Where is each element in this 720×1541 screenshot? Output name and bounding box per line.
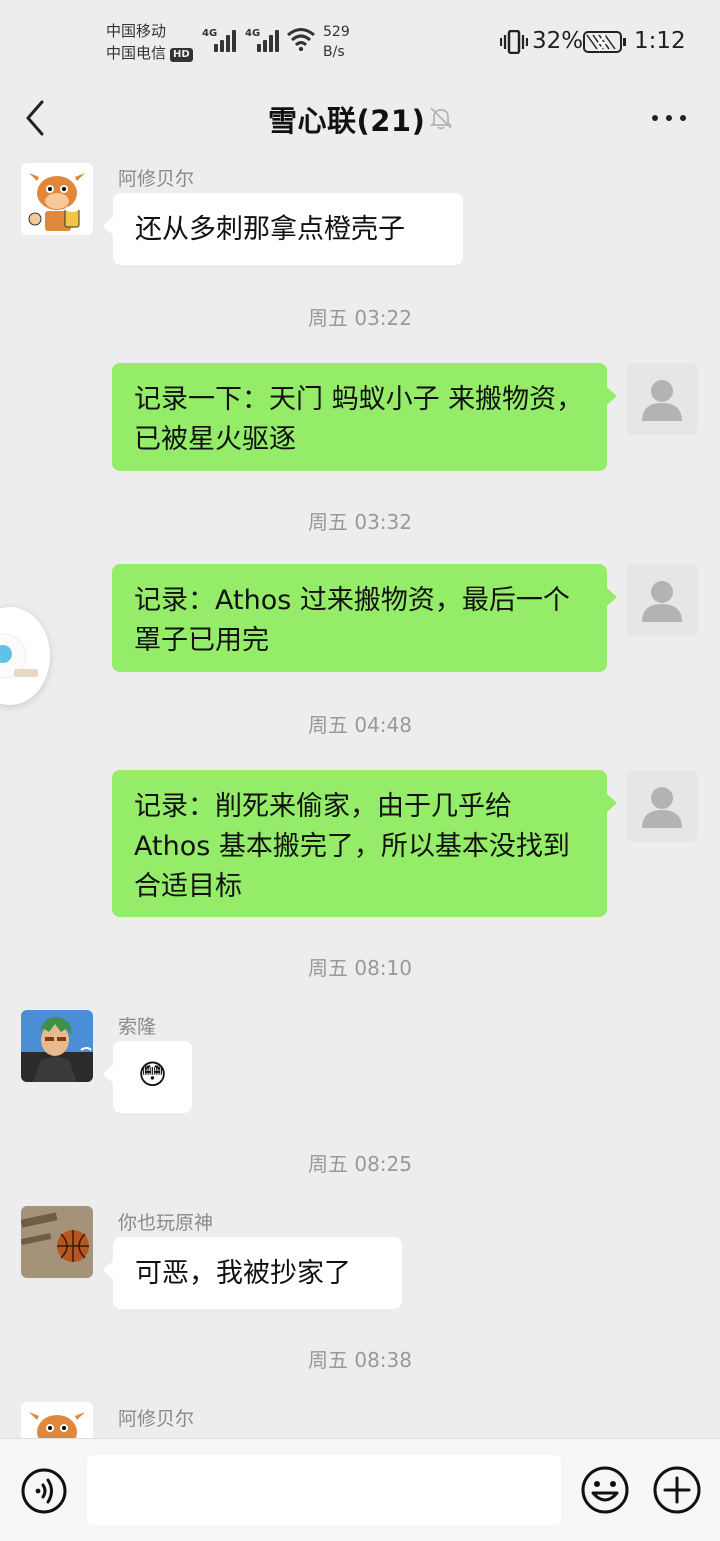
anime-portrait-icon xyxy=(21,1010,93,1082)
anime-character-avatar[interactable] xyxy=(21,1010,93,1082)
vibrate-icon xyxy=(500,30,528,54)
status-bar: 中国移动 中国电信 HD 4G 4G 529 B/s 32% 1:12 xyxy=(0,0,720,82)
carrier-1: 中国移动 xyxy=(106,22,167,40)
message-input[interactable] xyxy=(87,1455,561,1525)
timestamp: 周五 04:48 xyxy=(308,713,412,737)
timestamp: 周五 03:32 xyxy=(308,510,412,534)
mute-bell-icon xyxy=(429,107,453,130)
floating-window-button[interactable] xyxy=(0,607,50,705)
sender-name: 阿修贝尔 xyxy=(118,1408,195,1430)
timestamp: 周五 03:22 xyxy=(308,306,412,330)
message-bubble-outgoing[interactable]: 记录：削死来偷家，由于几乎给Athos 基本搬完了，所以基本没找到合适目标 xyxy=(112,770,617,917)
self-avatar[interactable] xyxy=(626,770,698,842)
battery-icon xyxy=(583,31,626,53)
timestamp: 周五 08:38 xyxy=(308,1348,412,1372)
signal-2-icon: 4G xyxy=(245,28,281,52)
input-bar xyxy=(0,1438,720,1541)
floating-app-icon xyxy=(0,633,38,679)
cow-icon xyxy=(21,163,93,235)
more-dots-icon xyxy=(652,115,686,121)
basketball-icon xyxy=(21,1206,93,1278)
plus-more-icon[interactable] xyxy=(652,1465,702,1515)
more-options-button[interactable] xyxy=(646,104,692,132)
message-bubble-outgoing[interactable]: 记录：Athos 过来搬物资，最后一个罩子已用完 xyxy=(112,564,617,672)
carrier-2: 中国电信 xyxy=(106,44,167,62)
chat-title: 雪心联(21) xyxy=(268,104,426,138)
default-person-icon xyxy=(642,787,682,828)
chat-header: 雪心联(21) xyxy=(0,82,720,154)
cow-cartoon-avatar[interactable] xyxy=(21,163,93,235)
sender-name: 你也玩原神 xyxy=(118,1212,214,1234)
back-arrow-icon xyxy=(26,100,44,136)
clock: 1:12 xyxy=(634,28,686,54)
carrier-info: 中国移动 中国电信 HD xyxy=(106,20,193,64)
battery-percent: 32% xyxy=(532,28,584,54)
default-person-icon xyxy=(642,380,682,421)
voice-input-icon[interactable] xyxy=(20,1467,68,1515)
cow-icon xyxy=(21,1402,93,1438)
self-avatar[interactable] xyxy=(626,564,698,636)
timestamp: 周五 08:25 xyxy=(308,1152,412,1176)
sender-name: 阿修贝尔 xyxy=(118,168,195,190)
message-bubble-outgoing[interactable]: 记录一下：天门 蚂蚁小子 来搬物资，已被星火驱逐 xyxy=(112,363,617,471)
message-bubble-incoming[interactable]: 可恶，我被抄家了 xyxy=(103,1237,402,1309)
network-speed: 529 B/s xyxy=(323,24,350,60)
emoji-icon[interactable] xyxy=(580,1465,630,1515)
cow-cartoon-avatar[interactable] xyxy=(21,1402,93,1438)
message-bubble-incoming[interactable]: 还从多刺那拿点橙壳子 xyxy=(103,193,463,265)
default-person-icon xyxy=(642,581,682,622)
sender-name: 索隆 xyxy=(118,1016,157,1038)
message-bubble-incoming[interactable]: 😳 xyxy=(103,1041,192,1113)
timestamp: 周五 08:10 xyxy=(308,956,412,980)
back-button[interactable] xyxy=(22,96,52,140)
wifi-icon xyxy=(287,28,315,51)
basketball-avatar[interactable] xyxy=(21,1206,93,1278)
self-avatar[interactable] xyxy=(626,363,698,435)
signal-1-icon: 4G xyxy=(202,28,238,52)
hd-badge: HD xyxy=(170,48,193,62)
